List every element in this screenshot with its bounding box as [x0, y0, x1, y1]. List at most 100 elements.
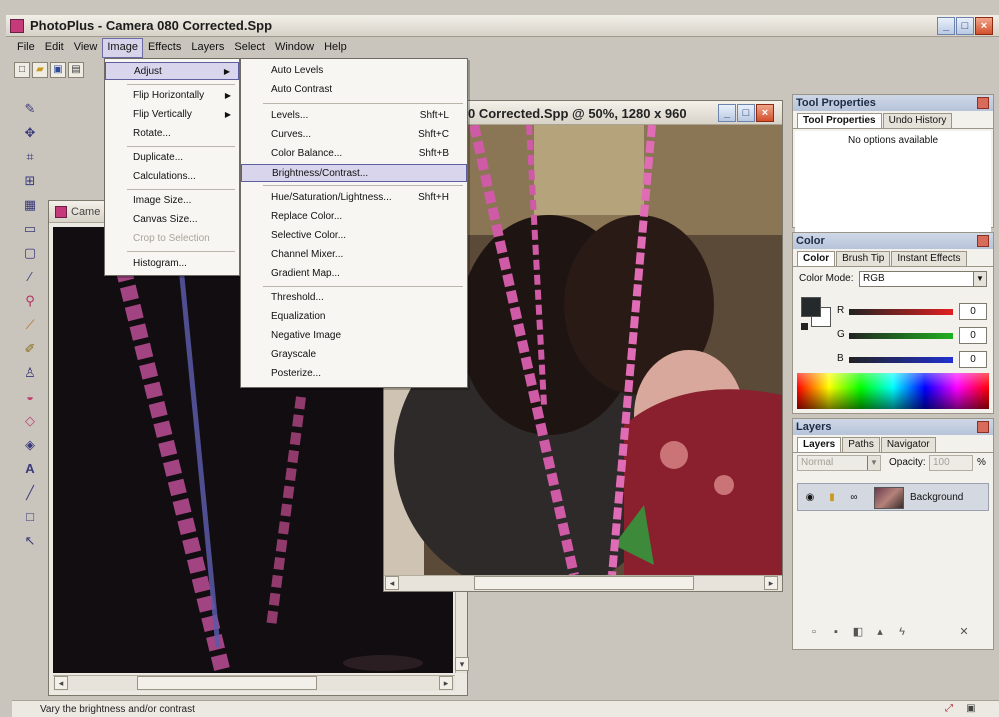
- scroll-thumb[interactable]: [137, 676, 317, 690]
- menu-item-negative-image[interactable]: Negative Image: [241, 327, 467, 345]
- move-icon[interactable]: ✥: [18, 122, 42, 144]
- menu-item-image-size[interactable]: Image Size...: [105, 192, 239, 210]
- print-icon[interactable]: ▤: [68, 62, 84, 78]
- deform-icon[interactable]: ⊞: [18, 170, 42, 192]
- menu-view[interactable]: View: [69, 38, 103, 58]
- mesh-icon[interactable]: ▦: [18, 194, 42, 216]
- layer-effects-icon[interactable]: ▴: [873, 625, 887, 639]
- menu-item-brightness-contrast[interactable]: Brightness/Contrast...: [241, 164, 467, 182]
- layer-row-background[interactable]: ◉ ▮ ∞ Background: [797, 483, 989, 511]
- menu-item-color-balance[interactable]: Color Balance... Shft+B: [241, 145, 467, 163]
- red-slider[interactable]: [849, 309, 953, 315]
- maximize-button[interactable]: □: [956, 17, 974, 35]
- menu-item-levels[interactable]: Levels... Shft+L: [241, 107, 467, 125]
- menu-item-flip-horizontally[interactable]: Flip Horizontally ▶: [105, 87, 239, 105]
- effects-icon[interactable]: ϟ: [895, 625, 909, 639]
- doc-minimize-button[interactable]: _: [718, 104, 736, 122]
- dropper-icon[interactable]: ⚲: [18, 290, 42, 312]
- green-value-field[interactable]: 0: [959, 327, 987, 344]
- paint-icon[interactable]: ◇: [18, 410, 42, 432]
- color-spectrum[interactable]: [797, 373, 989, 409]
- panel-close-icon[interactable]: [977, 97, 989, 109]
- menu-item-calculations[interactable]: Calculations...: [105, 168, 239, 186]
- menu-item-gradient-map[interactable]: Gradient Map...: [241, 265, 467, 283]
- green-slider[interactable]: [849, 333, 953, 339]
- selection-icon[interactable]: ▭: [18, 218, 42, 240]
- line-icon[interactable]: ╱: [18, 482, 42, 504]
- pencil-icon[interactable]: ✐: [18, 338, 42, 360]
- menu-item-posterize[interactable]: Posterize...: [241, 365, 467, 383]
- tab-color[interactable]: Color: [797, 251, 836, 266]
- tab-undo-history[interactable]: Undo History: [882, 113, 953, 128]
- scroll-thumb[interactable]: [474, 576, 694, 590]
- menu-item-selective-color[interactable]: Selective Color...: [241, 227, 467, 245]
- tab-navigator[interactable]: Navigator: [880, 437, 936, 452]
- magic-wand-icon[interactable]: ⁄: [18, 266, 42, 288]
- layer-mask-icon[interactable]: ▪: [829, 625, 843, 639]
- foreground-color-swatch[interactable]: [801, 297, 821, 317]
- status-window-icon[interactable]: ▣: [963, 702, 979, 716]
- scroll-left-button[interactable]: ◂: [54, 676, 68, 690]
- status-graph-icon[interactable]: ⤢: [941, 702, 957, 716]
- menu-image[interactable]: Image: [102, 38, 143, 58]
- menu-item-equalization[interactable]: Equalization: [241, 308, 467, 326]
- shape-select-icon[interactable]: ▢: [18, 242, 42, 264]
- menu-item-auto-contrast[interactable]: Auto Contrast: [241, 81, 467, 99]
- pointer-icon[interactable]: ↖: [18, 530, 42, 552]
- scroll-left-button[interactable]: ◂: [385, 576, 399, 590]
- scroll-right-button[interactable]: ▸: [439, 676, 453, 690]
- new-icon[interactable]: □: [14, 62, 30, 78]
- menu-item-curves[interactable]: Curves... Shft+C: [241, 126, 467, 144]
- menu-item-channel-mixer[interactable]: Channel Mixer...: [241, 246, 467, 264]
- delete-layer-icon[interactable]: ✕: [957, 625, 971, 639]
- tab-brush-tip[interactable]: Brush Tip: [836, 251, 891, 266]
- menu-item-rotate[interactable]: Rotate...: [105, 125, 239, 143]
- menu-file[interactable]: File: [12, 38, 40, 58]
- tab-instant-effects[interactable]: Instant Effects: [891, 251, 967, 266]
- fill-icon[interactable]: ◈: [18, 434, 42, 456]
- lock-icon[interactable]: ▮: [826, 492, 838, 504]
- panel-close-icon[interactable]: [977, 421, 989, 433]
- menu-item-threshold[interactable]: Threshold...: [241, 289, 467, 307]
- menu-item-duplicate[interactable]: Duplicate...: [105, 149, 239, 167]
- blue-value-field[interactable]: 0: [959, 351, 987, 368]
- new-layer-icon[interactable]: ▫: [807, 625, 821, 639]
- menu-select[interactable]: Select: [229, 38, 270, 58]
- menu-layers[interactable]: Layers: [186, 38, 229, 58]
- menu-item-auto-levels[interactable]: Auto Levels: [241, 62, 467, 80]
- minimize-button[interactable]: _: [937, 17, 955, 35]
- doc-close-button[interactable]: ×: [756, 104, 774, 122]
- adjustment-layer-icon[interactable]: ◧: [851, 625, 865, 639]
- tab-layers[interactable]: Layers: [797, 437, 842, 452]
- menu-item-grayscale[interactable]: Grayscale: [241, 346, 467, 364]
- menu-item-canvas-size[interactable]: Canvas Size...: [105, 211, 239, 229]
- text-icon[interactable]: A: [18, 458, 42, 480]
- menu-edit[interactable]: Edit: [40, 38, 69, 58]
- tab-paths[interactable]: Paths: [842, 437, 880, 452]
- eye-icon[interactable]: ◉: [804, 492, 816, 504]
- reset-colors-icon[interactable]: [801, 323, 808, 330]
- scroll-right-button[interactable]: ▸: [764, 576, 778, 590]
- close-button[interactable]: ×: [975, 17, 993, 35]
- menu-item-histogram[interactable]: Histogram...: [105, 255, 239, 273]
- brush-icon[interactable]: ⟋: [18, 314, 42, 336]
- crop-icon[interactable]: ⌗: [18, 146, 42, 168]
- menu-item-hue-saturation[interactable]: Hue/Saturation/Lightness... Shft+H: [241, 189, 467, 207]
- eraser-icon[interactable]: ◒: [18, 386, 42, 408]
- red-value-field[interactable]: 0: [959, 303, 987, 320]
- panel-close-icon[interactable]: [977, 235, 989, 247]
- menu-effects[interactable]: Effects: [143, 38, 186, 58]
- menu-item-flip-vertically[interactable]: Flip Vertically ▶: [105, 106, 239, 124]
- color-mode-select[interactable]: RGB ▼: [859, 271, 987, 287]
- horizontal-scrollbar[interactable]: ◂ ▸: [384, 575, 782, 591]
- menu-item-replace-color[interactable]: Replace Color...: [241, 208, 467, 226]
- straighten-icon[interactable]: ✎: [18, 98, 42, 120]
- menu-window[interactable]: Window: [270, 38, 319, 58]
- clone-icon[interactable]: ♙: [18, 362, 42, 384]
- menu-help[interactable]: Help: [319, 38, 352, 58]
- link-icon[interactable]: ∞: [848, 492, 860, 504]
- blue-slider[interactable]: [849, 357, 953, 363]
- save-icon[interactable]: ▣: [50, 62, 66, 78]
- scroll-down-button[interactable]: ▾: [455, 657, 469, 671]
- doc-maximize-button[interactable]: □: [737, 104, 755, 122]
